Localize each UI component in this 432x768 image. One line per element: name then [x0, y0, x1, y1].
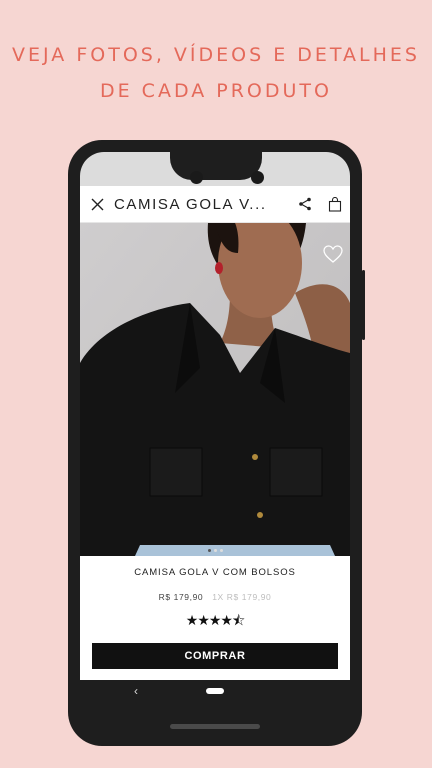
phone-notch — [170, 152, 262, 180]
model-illustration — [80, 223, 350, 556]
carousel-dot[interactable] — [219, 549, 223, 552]
shopping-bag-icon — [328, 196, 342, 212]
favorite-button[interactable] — [322, 243, 344, 265]
product-price: R$ 179,90 — [158, 592, 204, 602]
close-button[interactable] — [80, 186, 114, 222]
heart-icon — [323, 245, 343, 263]
close-icon — [91, 198, 103, 210]
front-camera-left — [190, 171, 203, 184]
phone-side-button — [362, 270, 365, 340]
product-photo[interactable] — [80, 223, 350, 556]
app-bar: CAMISA GOLA V... — [80, 186, 350, 223]
back-icon[interactable]: ‹ — [134, 684, 138, 698]
carousel-dot[interactable] — [213, 549, 217, 552]
home-pill-icon[interactable] — [206, 688, 224, 694]
app-screen: CAMISA GOLA V... CAMISA GOLA V COM BOLSO… — [80, 186, 350, 680]
share-button[interactable] — [290, 186, 320, 222]
share-icon — [299, 197, 311, 211]
installment-price: 1X R$ 179,90 — [212, 592, 272, 602]
page-title: CAMISA GOLA V... — [114, 195, 267, 213]
bag-button[interactable] — [320, 186, 350, 222]
android-nav-bar: ‹ — [80, 680, 350, 702]
front-camera-right — [251, 171, 264, 184]
phone-frame: CAMISA GOLA V... CAMISA GOLA V COM BOLSO… — [68, 140, 365, 746]
phone-speaker-grille — [170, 724, 260, 729]
product-name: CAMISA GOLA V COM BOLSOS — [134, 567, 296, 578]
promo-headline-line1: VEJA FOTOS, VÍDEOS E DETALHES — [12, 44, 420, 66]
price-row: R$ 179,90 1X R$ 179,90 — [80, 592, 350, 602]
status-bar-area — [80, 152, 350, 188]
image-carousel-indicator[interactable] — [80, 549, 350, 552]
promo-headline-line2: DE CADA PRODUTO — [100, 80, 332, 102]
buy-button[interactable]: COMPRAR — [92, 643, 338, 669]
carousel-dot[interactable] — [207, 549, 211, 552]
rating-stars[interactable]: ★★★★⯪ — [80, 610, 350, 634]
